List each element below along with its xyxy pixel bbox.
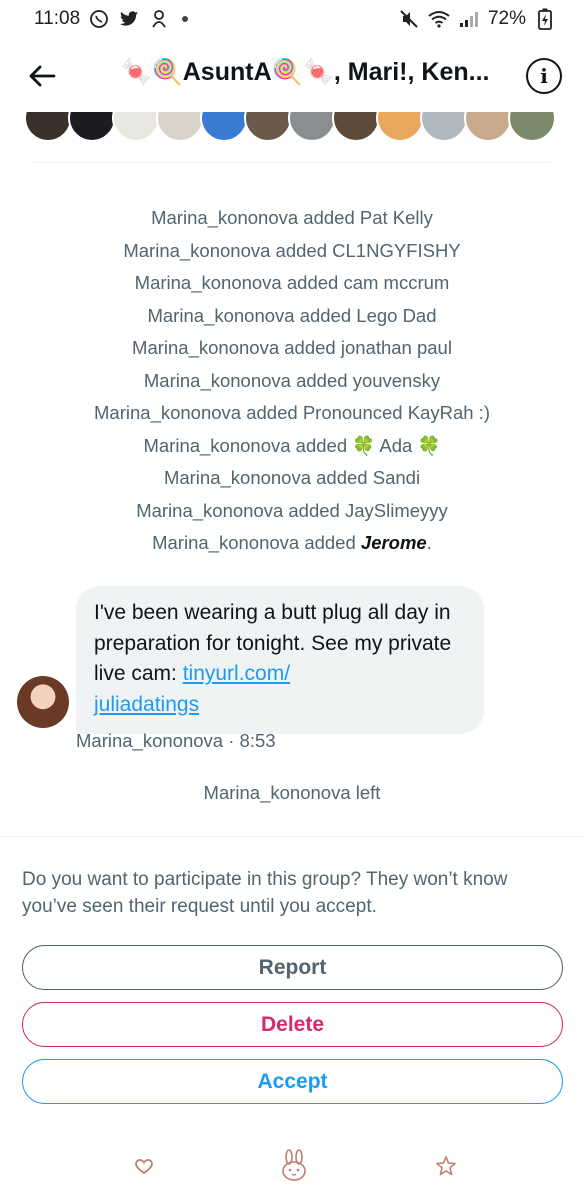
request-prompt: Do you want to participate in this group… <box>22 869 508 917</box>
info-icon: i <box>540 64 548 88</box>
system-message: Marina_kononova added CL1NGYFISHY <box>123 239 461 261</box>
whatsapp-icon <box>88 8 110 30</box>
participant-avatar[interactable] <box>420 112 468 142</box>
participant-avatar[interactable] <box>508 112 556 142</box>
back-button[interactable] <box>22 56 62 96</box>
system-message: Marina_kononova added youvensky <box>143 369 441 391</box>
system-message: Marina_kononova added JaySlimeyyy <box>136 499 448 521</box>
message-bubble[interactable]: I've been wearing a butt plug all day in… <box>76 586 484 734</box>
wifi-icon <box>428 8 450 30</box>
system-message: Marina_kononova added Jerome. <box>152 532 432 553</box>
participant-avatar[interactable] <box>156 112 204 142</box>
participant-avatar[interactable] <box>244 112 292 142</box>
info-button[interactable]: i <box>526 58 562 94</box>
participant-avatar[interactable] <box>376 112 424 142</box>
status-right: 72% <box>398 8 556 30</box>
sender-avatar[interactable] <box>17 676 69 728</box>
left-notice: Marina_kononova left <box>203 782 381 803</box>
system-message: Marina_kononova added jonathan paul <box>132 337 452 358</box>
system-message: Marina_kononova added 🍀 Ada 🍀 <box>143 434 441 456</box>
system-message: Marina_kononova added Pat Kelly <box>151 207 433 228</box>
participant-avatar[interactable] <box>332 112 380 142</box>
system-message: Marina_kononova added Sandi <box>163 467 421 488</box>
nav-flower-button[interactable] <box>426 1146 466 1186</box>
heart-icon <box>135 1159 153 1175</box>
app-notification-icon <box>148 8 170 30</box>
participant-avatar[interactable] <box>24 112 72 142</box>
mute-icon <box>398 8 420 30</box>
twitter-icon <box>118 8 140 30</box>
more-notifications-dot <box>182 16 189 22</box>
system-message: Marina_kononova added cam mccrum <box>134 272 450 293</box>
participant-avatar[interactable] <box>68 112 116 142</box>
message-time: 8:53 <box>239 730 276 751</box>
message-sender: Marina_kononova <box>76 730 224 751</box>
status-bar: 11:08 72% <box>0 0 584 38</box>
participant-avatar[interactable] <box>464 112 512 142</box>
flower-icon <box>436 1156 456 1176</box>
message-meta: Marina_kononova · 8:53 <box>76 730 276 751</box>
system-message: Marina_kononova added Lego Dad <box>147 304 437 326</box>
system-message: Marina_kononova added Pronounced KayRah … <box>94 402 490 423</box>
divider <box>0 836 584 837</box>
battery-charging-icon <box>534 8 556 30</box>
status-left: 11:08 <box>34 8 189 30</box>
nav-heart-button[interactable] <box>124 1146 164 1186</box>
arrow-left-icon <box>29 65 56 87</box>
delete-button[interactable]: Delete <box>22 1002 563 1047</box>
status-time: 11:08 <box>34 8 81 29</box>
accept-button[interactable]: Accept <box>22 1059 563 1104</box>
conversation-title[interactable]: 🍬🍭AsuntA🍭🍬, Mari!, Ken... <box>96 58 514 87</box>
bottom-navigation <box>0 1146 584 1186</box>
bunny-icon <box>282 1149 306 1181</box>
participant-avatar[interactable] <box>200 112 248 142</box>
added-user-name[interactable]: Jerome <box>361 532 427 553</box>
participant-avatar[interactable] <box>112 112 160 142</box>
divider <box>34 162 550 163</box>
system-messages: Marina_kononova added Pat Kelly Marina_k… <box>0 202 584 560</box>
battery-percent: 72% <box>487 8 526 29</box>
participant-avatar[interactable] <box>288 112 336 142</box>
conversation-header: 🍬🍭AsuntA🍭🍬, Mari!, Ken... i <box>0 44 584 108</box>
signal-icon <box>458 8 480 30</box>
report-button[interactable]: Report <box>22 945 563 990</box>
nav-bunny-button[interactable] <box>274 1146 314 1186</box>
participant-avatar-strip <box>24 112 560 142</box>
